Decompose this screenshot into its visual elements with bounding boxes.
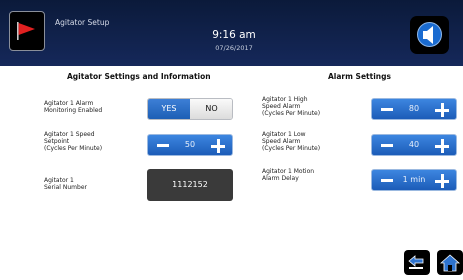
decrement-button[interactable] [381, 108, 393, 111]
high-speed-alarm-label-line: (Cycles Per Minute) [262, 110, 321, 117]
motion-alarm-delay-label-line: Agitator 1 Motion [262, 168, 315, 175]
motion-alarm-delay-label: Agitator 1 Motion Alarm Delay [262, 168, 314, 182]
speed-setpoint-label-line: Agitator 1 Speed [44, 131, 95, 138]
decrement-button[interactable] [381, 179, 393, 182]
high-speed-alarm-stepper[interactable]: 80 [371, 98, 457, 120]
increment-button[interactable] [435, 139, 449, 153]
speed-setpoint-stepper[interactable]: 50 [147, 134, 233, 156]
flag-button[interactable] [9, 11, 45, 51]
speed-setpoint-value: 50 [184, 140, 196, 149]
serial-number-label-line: Agitator 1 [44, 177, 74, 184]
low-speed-alarm-stepper[interactable]: 40 [371, 134, 457, 156]
alarm-monitoring-label: Agitator 1 Alarm Monitoring Enabled [44, 100, 102, 114]
home-button[interactable] [437, 250, 463, 275]
low-speed-alarm-label-line: (Cycles Per Minute) [262, 145, 321, 152]
speaker-icon [423, 26, 433, 44]
serial-number-label: Agitator 1 Serial Number [44, 177, 87, 191]
header-bar: Agitator Setup 9:16 am 07/26/2017 [0, 0, 463, 66]
flag-icon [17, 22, 35, 40]
low-speed-alarm-value: 40 [408, 140, 420, 149]
home-icon [439, 254, 461, 272]
motion-alarm-delay-stepper[interactable]: 1 min [371, 169, 457, 191]
back-arrow-icon [408, 255, 424, 269]
clock-date: 07/26/2017 [215, 44, 253, 52]
decrement-button[interactable] [381, 144, 393, 147]
right-section-heading: Alarm Settings [328, 72, 391, 81]
low-speed-alarm-label: Agitator 1 Low Speed Alarm (Cycles Per M… [262, 131, 320, 152]
alarm-monitoring-label-line: Agitator 1 Alarm [44, 100, 94, 107]
high-speed-alarm-value: 80 [408, 104, 420, 113]
yes-option[interactable]: YES [148, 99, 190, 119]
no-option[interactable]: NO [190, 99, 232, 119]
low-speed-alarm-label-line: Speed Alarm [262, 138, 301, 145]
left-section-heading: Agitator Settings and Information [67, 72, 211, 81]
page-title: Agitator Setup [55, 18, 110, 27]
decrement-button[interactable] [157, 144, 169, 147]
alarm-monitoring-label-line: Monitoring Enabled [44, 107, 103, 114]
serial-number-label-line: Serial Number [44, 184, 87, 191]
increment-button[interactable] [211, 139, 225, 153]
high-speed-alarm-label-line: Agitator 1 High [262, 96, 308, 103]
clock-time: 9:16 am [212, 29, 256, 41]
high-speed-alarm-label-line: Speed Alarm [262, 103, 301, 110]
back-button[interactable] [404, 250, 430, 275]
increment-button[interactable] [435, 103, 449, 117]
alarm-monitoring-toggle[interactable]: YES NO [147, 98, 233, 120]
serial-number-field: 1112152 [147, 169, 233, 201]
high-speed-alarm-label: Agitator 1 High Speed Alarm (Cycles Per … [262, 96, 320, 117]
sound-button[interactable] [410, 16, 449, 54]
motion-alarm-delay-value: 1 min [402, 175, 426, 184]
speed-setpoint-label: Agitator 1 Speed Setpoint (Cycles Per Mi… [44, 131, 102, 152]
increment-button[interactable] [435, 174, 449, 188]
speed-setpoint-label-line: (Cycles Per Minute) [44, 145, 103, 152]
motion-alarm-delay-label-line: Alarm Delay [262, 175, 299, 182]
low-speed-alarm-label-line: Agitator 1 Low [262, 131, 306, 138]
speed-setpoint-label-line: Setpoint [44, 138, 70, 145]
